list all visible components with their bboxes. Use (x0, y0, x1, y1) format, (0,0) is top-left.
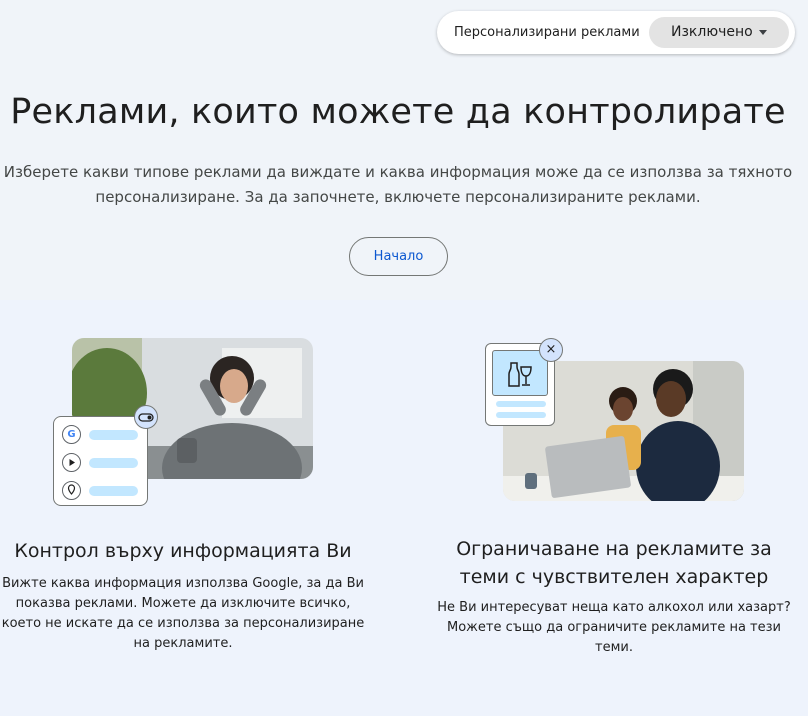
placeholder-bar (89, 486, 138, 496)
card-text-line: на рекламите. (133, 636, 233, 651)
placeholder-bar (496, 401, 546, 407)
toggle-icon (134, 405, 158, 429)
close-icon[interactable]: × (539, 338, 563, 362)
card-text-line: Не Ви интересуват неща като алкохол или … (437, 600, 791, 615)
personalized-ads-dropdown[interactable]: Изключено (649, 17, 789, 48)
card-text-line: Вижте каква информация използва Google, … (2, 576, 364, 591)
placeholder-bar (496, 412, 546, 418)
personalized-ads-bar: Персонализирани реклами Изключено (437, 11, 795, 54)
page-title: Реклами, които можете да контролирате (10, 92, 786, 132)
caret-down-icon (759, 30, 767, 35)
card-text-line: което не искате да се използва за персон… (1, 616, 365, 631)
placeholder-bar (89, 458, 138, 468)
subtitle-line: персонализиране. За да започнете, включе… (95, 188, 701, 206)
card-text-sensitive-topics: Не Ви интересуват неща като алкохол или … (428, 598, 800, 658)
page-subtitle: Изберете какви типове реклами да виждате… (0, 160, 796, 210)
card-title-line: теми с чувствителен характер (459, 566, 769, 588)
card-text-line: Можете също да ограничите рекламите на т… (447, 620, 781, 635)
dropdown-selected-value: Изключено (671, 24, 753, 40)
placeholder-bar (89, 430, 138, 440)
card-title-control-info: Контрол върху информацията Ви (14, 540, 352, 562)
card-text-line: теми. (595, 640, 633, 655)
google-icon: G (62, 425, 81, 444)
card-text-control-info: Вижте каква информация използва Google, … (0, 574, 366, 654)
card-title-line: Ограничаване на рекламите за (456, 538, 772, 560)
start-button[interactable]: Начало (349, 237, 448, 276)
subtitle-line: Изберете какви типове реклами да виждате… (3, 163, 793, 181)
personalized-ads-label: Персонализирани реклами (454, 25, 640, 40)
data-sources-card: G (53, 416, 148, 506)
youtube-icon (62, 453, 81, 472)
alcohol-icon (492, 350, 548, 396)
card-text-line: показва реклами. Можете да изключите вси… (15, 596, 351, 611)
card-title-sensitive-topics: Ограничаване на рекламите за теми с чувс… (428, 535, 800, 591)
location-pin-icon (62, 481, 81, 500)
